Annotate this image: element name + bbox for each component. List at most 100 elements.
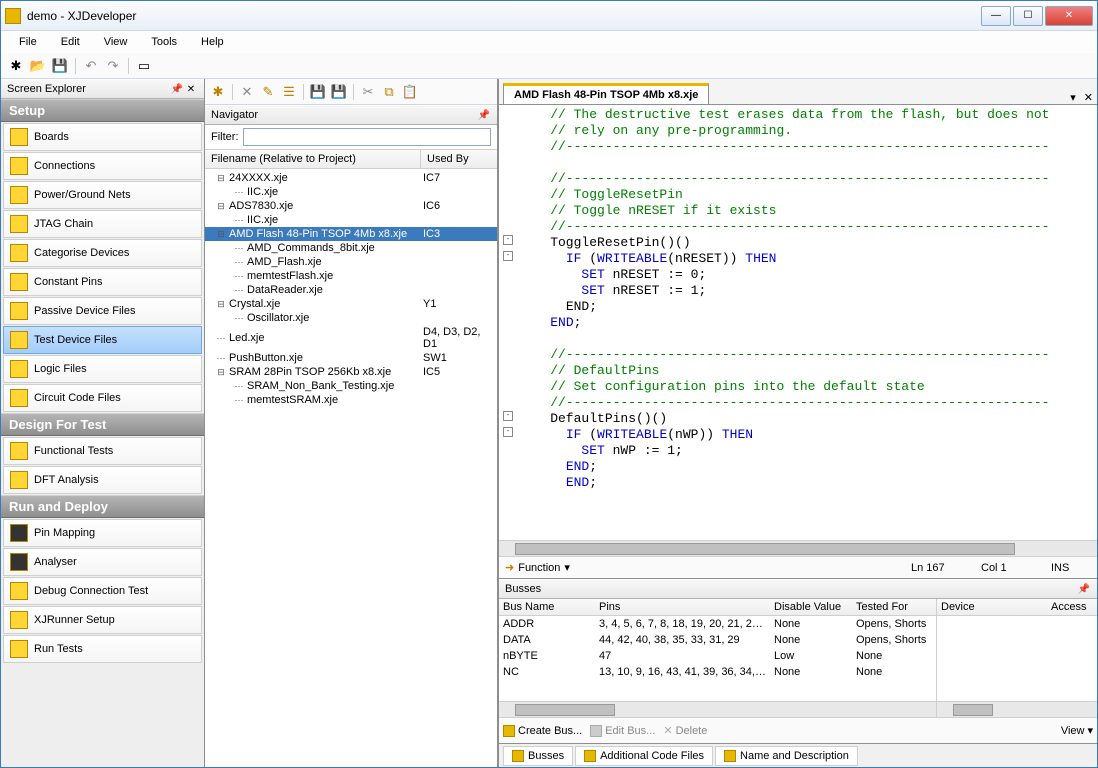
sidebar-item-pdf[interactable]: Passive Device Files (3, 297, 202, 325)
nav-wand-icon[interactable]: ✎ (259, 83, 277, 101)
nav-save-icon[interactable]: 💾 (309, 83, 327, 101)
col-pins[interactable]: Pins (595, 599, 770, 615)
tree-row[interactable]: ⋯memtestSRAM.xje (205, 393, 497, 407)
tree-row[interactable]: ⊟Crystal.xjeY1 (205, 297, 497, 311)
bus-row[interactable]: DATA44, 42, 40, 38, 35, 33, 31, 29NoneOp… (499, 632, 936, 648)
sidebar-item-pm[interactable]: Pin Mapping (3, 519, 202, 547)
new-icon[interactable]: ✱ (7, 57, 25, 75)
col-tested-for[interactable]: Tested For (852, 599, 936, 615)
bus-row[interactable]: NC13, 10, 9, 16, 43, 41, 39, 36, 34, 32,… (499, 664, 936, 680)
sidebar-item-dct[interactable]: Debug Connection Test (3, 577, 202, 605)
expand-icon[interactable]: ⋯ (233, 187, 245, 198)
expand-icon[interactable]: ⋯ (233, 271, 245, 282)
horizontal-scrollbar[interactable] (499, 540, 1097, 556)
bus-row[interactable]: nBYTE47LowNone (499, 648, 936, 664)
tab-close-icon[interactable]: ✕ (1080, 91, 1097, 104)
menu-help[interactable]: Help (191, 34, 234, 50)
expand-icon[interactable]: ⊟ (215, 367, 227, 378)
expand-icon[interactable]: ⊟ (215, 299, 227, 310)
sidebar-item-dft[interactable]: DFT Analysis (3, 466, 202, 494)
busses-hscrollbar[interactable] (499, 701, 936, 717)
nav-list-icon[interactable]: ☰ (280, 83, 298, 101)
expand-icon[interactable]: ⋯ (233, 381, 245, 392)
pin-icon[interactable]: 📌 (477, 110, 491, 121)
sidebar-item-cat[interactable]: Categorise Devices (3, 239, 202, 267)
tree-row[interactable]: ⋯AMD_Flash.xje (205, 255, 497, 269)
nav-copy-icon[interactable]: ⧉ (380, 83, 398, 101)
tab-name-description[interactable]: Name and Description (715, 746, 858, 766)
col-access[interactable]: Access (1047, 599, 1097, 615)
open-icon[interactable]: 📂 (29, 57, 47, 75)
navigator-tree[interactable]: ⊟24XXXX.xjeIC7⋯IIC.xje⊟ADS7830.xjeIC6⋯II… (205, 169, 497, 767)
col-device[interactable]: Device (937, 599, 1047, 615)
editor-tab[interactable]: AMD Flash 48-Pin TSOP 4Mb x8.xje (503, 83, 709, 104)
chevron-down-icon[interactable]: ▾ (564, 561, 570, 574)
fold-icon[interactable]: - (503, 251, 513, 261)
minimize-button[interactable]: — (981, 6, 1011, 26)
nav-new-icon[interactable]: ✱ (209, 83, 227, 101)
sidebar-item-jtag[interactable]: JTAG Chain (3, 210, 202, 238)
busses-table[interactable]: ADDR3, 4, 5, 6, 7, 8, 18, 19, 20, 21, 22… (499, 616, 936, 701)
expand-icon[interactable]: ⋯ (215, 353, 227, 364)
tree-row[interactable]: ⊟SRAM 28Pin TSOP 256Kb x8.xjeIC5 (205, 365, 497, 379)
col-usedby[interactable]: Used By (421, 150, 497, 168)
delete-bus-button[interactable]: ✕Delete (663, 724, 707, 737)
tab-additional-code[interactable]: Additional Code Files (575, 746, 713, 766)
create-bus-button[interactable]: Create Bus... (503, 725, 582, 737)
tree-row[interactable]: ⋯IIC.xje (205, 185, 497, 199)
menu-edit[interactable]: Edit (51, 34, 90, 50)
expand-icon[interactable]: ⋯ (233, 395, 245, 406)
code-editor[interactable]: // The destructive test erases data from… (499, 105, 1097, 540)
bus-row[interactable]: ADDR3, 4, 5, 6, 7, 8, 18, 19, 20, 21, 22… (499, 616, 936, 632)
col-bus-name[interactable]: Bus Name (499, 599, 595, 615)
redo-icon[interactable]: ↷ (104, 57, 122, 75)
sidebar-item-ccf[interactable]: Circuit Code Files (3, 384, 202, 412)
sidebar-item-pgn[interactable]: Power/Ground Nets (3, 181, 202, 209)
nav-cut-icon[interactable]: ✂ (359, 83, 377, 101)
tree-row[interactable]: ⊟24XXXX.xjeIC7 (205, 171, 497, 185)
sidebar-item-cpins[interactable]: Constant Pins (3, 268, 202, 296)
function-dropdown[interactable]: Function (518, 562, 560, 574)
tree-row[interactable]: ⋯AMD_Commands_8bit.xje (205, 241, 497, 255)
busses-right-hscrollbar[interactable] (937, 701, 1097, 717)
fold-icon[interactable]: - (503, 427, 513, 437)
nav-paste-icon[interactable]: 📋 (401, 83, 419, 101)
edit-bus-button[interactable]: Edit Bus... (590, 725, 655, 737)
tree-row[interactable]: ⊟AMD Flash 48-Pin TSOP 4Mb x8.xjeIC3 (205, 227, 497, 241)
menu-tools[interactable]: Tools (141, 34, 187, 50)
maximize-button[interactable]: ☐ (1013, 6, 1043, 26)
tree-row[interactable]: ⋯Led.xjeD4, D3, D2, D1 (205, 325, 497, 351)
save-icon[interactable]: 💾 (51, 57, 69, 75)
expand-icon[interactable]: ⋯ (233, 243, 245, 254)
menu-file[interactable]: File (9, 34, 47, 50)
expand-icon[interactable]: ⋯ (233, 215, 245, 226)
view-dropdown[interactable]: View ▾ (1061, 724, 1093, 737)
close-button[interactable]: ✕ (1045, 6, 1093, 26)
nav-delete-icon[interactable]: ✕ (238, 83, 256, 101)
expand-icon[interactable]: ⋯ (215, 333, 227, 344)
sidebar-item-boards[interactable]: Boards (3, 123, 202, 151)
sidebar-item-xrs[interactable]: XJRunner Setup (3, 606, 202, 634)
expand-icon[interactable]: ⋯ (233, 257, 245, 268)
sidebar-item-rt[interactable]: Run Tests (3, 635, 202, 663)
fold-icon[interactable]: - (503, 235, 513, 245)
expand-icon[interactable]: ⋯ (233, 285, 245, 296)
tree-row[interactable]: ⋯DataReader.xje (205, 283, 497, 297)
pin-icon[interactable]: 📌 (170, 84, 184, 95)
pin-icon[interactable]: 📌 (1077, 584, 1091, 595)
tree-row[interactable]: ⋯Oscillator.xje (205, 311, 497, 325)
sidebar-item-lf[interactable]: Logic Files (3, 355, 202, 383)
tree-row[interactable]: ⋯memtestFlash.xje (205, 269, 497, 283)
expand-icon[interactable]: ⊟ (215, 173, 227, 184)
fold-icon[interactable]: - (503, 411, 513, 421)
tab-dropdown-icon[interactable]: ▾ (1066, 91, 1080, 104)
tree-row[interactable]: ⋯IIC.xje (205, 213, 497, 227)
col-disable-value[interactable]: Disable Value (770, 599, 852, 615)
nav-saveall-icon[interactable]: 💾 (330, 83, 348, 101)
sidebar-item-ft[interactable]: Functional Tests (3, 437, 202, 465)
tree-row[interactable]: ⊟ADS7830.xjeIC6 (205, 199, 497, 213)
filter-input[interactable] (243, 128, 492, 146)
expand-icon[interactable]: ⊟ (215, 229, 227, 240)
sidebar-item-conn[interactable]: Connections (3, 152, 202, 180)
sidebar-item-an[interactable]: Analyser (3, 548, 202, 576)
